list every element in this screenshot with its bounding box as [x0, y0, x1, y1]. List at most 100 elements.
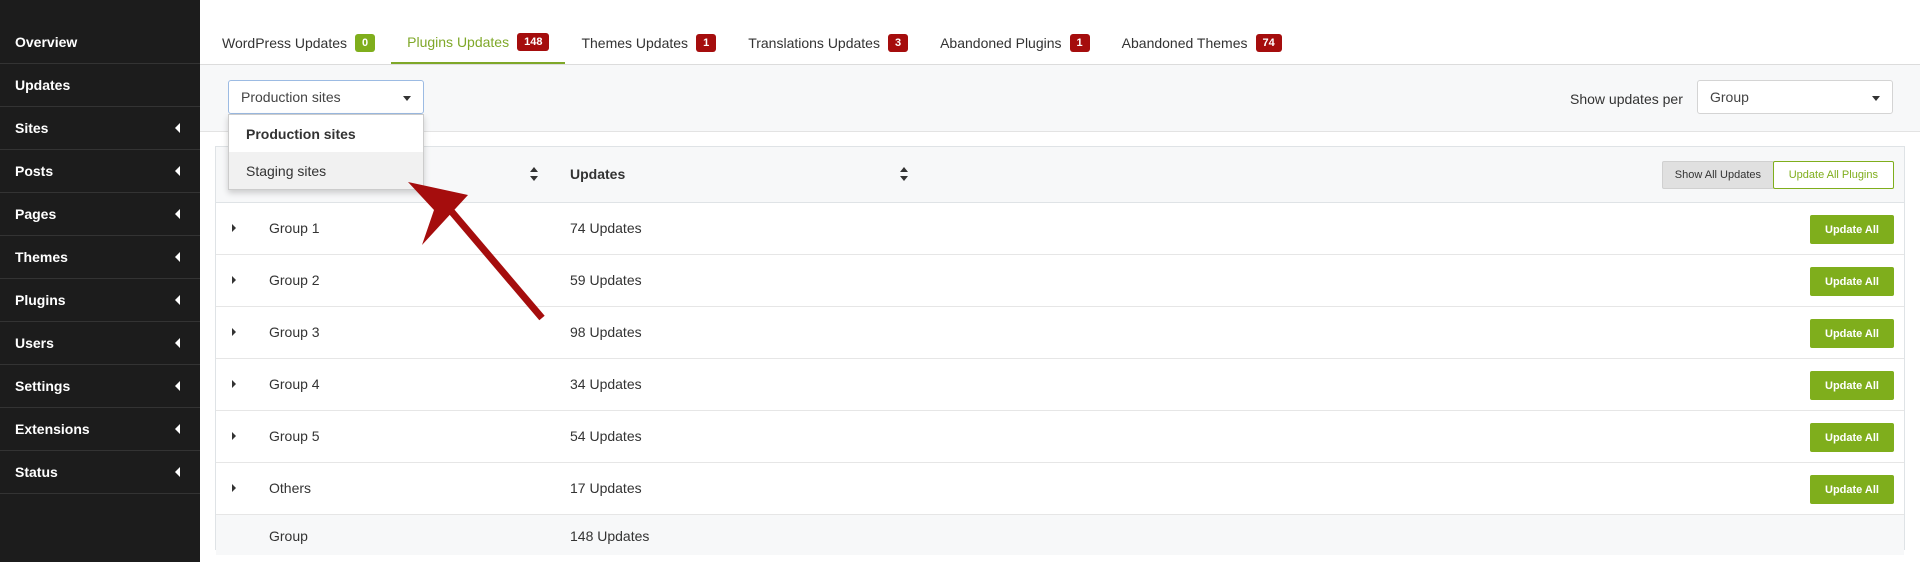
table-row: Group 2 59 Updates Update All	[216, 255, 1904, 307]
group-name: Group 1	[269, 220, 320, 236]
sidebar-item-extensions[interactable]: Extensions	[0, 408, 200, 451]
group-name: Group 3	[269, 324, 320, 340]
update-all-button[interactable]: Update All	[1810, 371, 1894, 400]
sidebar-item-label: Settings	[15, 378, 71, 394]
caret-down-icon	[1872, 96, 1880, 101]
sidebar-item-users[interactable]: Users	[0, 322, 200, 365]
tab-themes-updates[interactable]: Themes Updates 1	[565, 22, 732, 64]
sidebar-item-overview[interactable]: Overview	[0, 21, 200, 64]
group-name: Group 4	[269, 376, 320, 392]
dropdown-option-production[interactable]: Production sites	[229, 115, 423, 152]
update-all-button[interactable]: Update All	[1810, 215, 1894, 244]
sidebar-item-sites[interactable]: Sites	[0, 107, 200, 150]
count-badge: 1	[696, 34, 717, 52]
count-badge: 74	[1255, 34, 1282, 52]
count-badge: 148	[517, 33, 550, 51]
site-type-dropdown-menu: Production sites Staging sites	[228, 114, 424, 190]
sidebar-item-label: Status	[15, 464, 58, 480]
sidebar-item-pages[interactable]: Pages	[0, 193, 200, 236]
expand-icon[interactable]	[232, 432, 236, 440]
footer-total-count: 148 Updates	[570, 528, 650, 544]
group-name: Group 5	[269, 428, 320, 444]
tab-abandoned-themes[interactable]: Abandoned Themes 74	[1106, 22, 1298, 64]
sidebar-item-label: Overview	[15, 34, 78, 50]
caret-left-icon	[175, 295, 180, 305]
tab-wordpress-updates[interactable]: WordPress Updates 0	[206, 22, 391, 64]
column-header-updates: Updates	[570, 166, 626, 182]
caret-down-icon	[403, 96, 411, 101]
sidebar-menu: Overview Updates Sites Posts Pages Theme…	[0, 0, 200, 494]
sidebar-item-themes[interactable]: Themes	[0, 236, 200, 279]
group-name: Others	[269, 480, 312, 496]
expand-icon[interactable]	[232, 484, 236, 492]
group-select-value: Group	[1710, 89, 1749, 105]
sidebar-item-label: Users	[15, 335, 54, 351]
table-row: Group 1 74 Updates Update All	[216, 203, 1904, 255]
table-row: Group 3 98 Updates Update All	[216, 307, 1904, 359]
update-all-button[interactable]: Update All	[1810, 423, 1894, 452]
count-badge: 0	[355, 34, 376, 52]
sidebar-item-label: Plugins	[15, 292, 66, 308]
tab-label: Translations Updates	[748, 35, 880, 51]
show-updates-per-select[interactable]: Group	[1697, 80, 1893, 114]
table-footer: Group 148 Updates	[216, 515, 1904, 555]
tab-translations-updates[interactable]: Translations Updates 3	[732, 22, 924, 64]
dropdown-option-staging[interactable]: Staging sites	[229, 152, 423, 189]
caret-left-icon	[175, 252, 180, 262]
update-count: 34 Updates	[570, 376, 642, 392]
sidebar-item-label: Themes	[15, 249, 68, 265]
updates-table: Updates Show All Updates Update All Plug…	[215, 146, 1905, 555]
sidebar-item-label: Updates	[15, 77, 71, 93]
caret-left-icon	[175, 381, 180, 391]
sidebar-item-updates[interactable]: Updates	[0, 64, 200, 107]
sidebar-item-status[interactable]: Status	[0, 451, 200, 494]
sidebar: Overview Updates Sites Posts Pages Theme…	[0, 0, 200, 562]
table-row: Group 5 54 Updates Update All	[216, 411, 1904, 463]
sidebar-item-plugins[interactable]: Plugins	[0, 279, 200, 322]
tab-label: Abandoned Plugins	[940, 35, 1062, 51]
sidebar-item-posts[interactable]: Posts	[0, 150, 200, 193]
count-badge: 3	[887, 34, 909, 52]
update-all-button[interactable]: Update All	[1810, 319, 1894, 348]
update-all-button[interactable]: Update All	[1810, 267, 1894, 296]
caret-left-icon	[175, 209, 180, 219]
caret-left-icon	[175, 123, 180, 133]
main-content: WordPress Updates 0 Plugins Updates 148 …	[200, 0, 1920, 562]
update-count: 17 Updates	[570, 480, 642, 496]
table-header: Updates Show All Updates Update All Plug…	[216, 147, 1904, 203]
show-updates-per-label: Show updates per	[1570, 91, 1683, 107]
tab-label: WordPress Updates	[222, 35, 348, 51]
sidebar-item-label: Posts	[15, 163, 54, 179]
table-row: Group 4 34 Updates Update All	[216, 359, 1904, 411]
update-count: 59 Updates	[570, 272, 642, 288]
expand-icon[interactable]	[232, 380, 236, 388]
expand-icon[interactable]	[232, 276, 236, 284]
sidebar-item-label: Pages	[15, 206, 57, 222]
update-count: 74 Updates	[570, 220, 642, 236]
table-row: Others 17 Updates Update All	[216, 463, 1904, 515]
tab-label: Abandoned Themes	[1121, 35, 1248, 51]
caret-left-icon	[175, 338, 180, 348]
updates-tabs: WordPress Updates 0 Plugins Updates 148 …	[200, 0, 1920, 65]
count-badge: 1	[1069, 34, 1090, 52]
caret-left-icon	[175, 424, 180, 434]
tab-label: Themes Updates	[581, 35, 689, 51]
update-count: 98 Updates	[570, 324, 642, 340]
sort-icon[interactable]	[900, 167, 908, 181]
footer-group-label: Group	[269, 528, 308, 544]
site-type-select[interactable]: Production sites	[228, 80, 424, 114]
show-all-updates-button[interactable]: Show All Updates	[1661, 161, 1774, 189]
caret-left-icon	[175, 467, 180, 477]
filter-bar: Production sites Show updates per Group	[200, 65, 1920, 132]
sidebar-item-settings[interactable]: Settings	[0, 365, 200, 408]
caret-left-icon	[175, 166, 180, 176]
expand-icon[interactable]	[232, 224, 236, 232]
update-all-plugins-button[interactable]: Update All Plugins	[1772, 161, 1894, 189]
tab-plugins-updates[interactable]: Plugins Updates 148	[391, 22, 566, 64]
update-count: 54 Updates	[570, 428, 642, 444]
sort-icon[interactable]	[530, 167, 538, 181]
expand-icon[interactable]	[232, 328, 236, 336]
group-name: Group 2	[269, 272, 320, 288]
tab-abandoned-plugins[interactable]: Abandoned Plugins 1	[924, 22, 1106, 64]
update-all-button[interactable]: Update All	[1810, 475, 1894, 504]
